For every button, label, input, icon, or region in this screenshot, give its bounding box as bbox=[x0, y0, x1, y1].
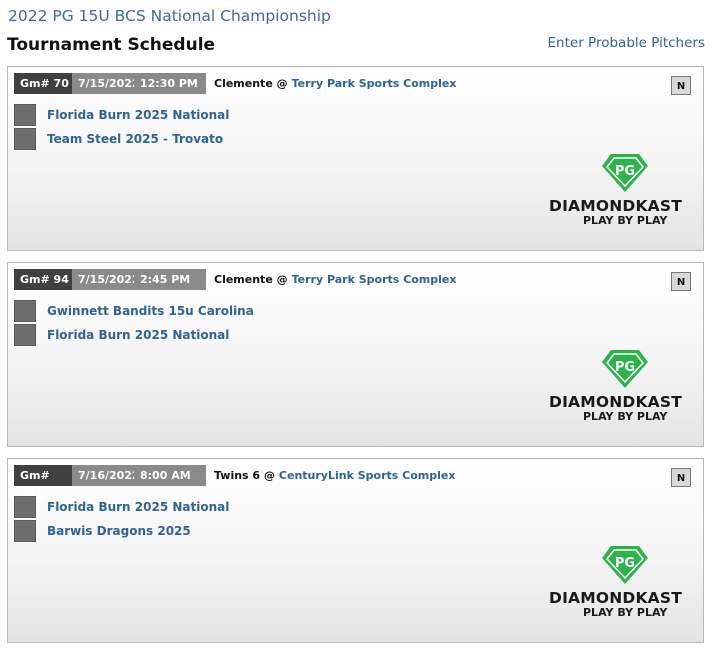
diamondkast-wordmark: DIAMONDKAST bbox=[549, 589, 683, 607]
page-title: Tournament Schedule bbox=[7, 35, 216, 55]
team-name-link[interactable]: Team Steel 2025 - Trovato bbox=[47, 132, 223, 146]
team-logo bbox=[14, 324, 36, 346]
team-row: Florida Burn 2025 National bbox=[14, 496, 229, 518]
team-row: Barwis Dragons 2025 bbox=[14, 520, 191, 542]
game-card: Gm# 70 7/15/2022 12:30 PM Clemente @ Ter… bbox=[7, 66, 704, 251]
team-name-link[interactable]: Florida Burn 2025 National bbox=[47, 328, 229, 342]
n-badge-button[interactable]: N bbox=[671, 76, 691, 95]
diamondkast-play-by-play-logo[interactable]: PG DIAMONDKAST PLAY BY PLAY bbox=[549, 153, 699, 231]
game-number: Gm# 70 bbox=[14, 73, 72, 94]
team-name-link[interactable]: Gwinnett Bandits 15u Carolina bbox=[47, 304, 254, 318]
team-row: Gwinnett Bandits 15u Carolina bbox=[14, 300, 254, 322]
team-name-link[interactable]: Florida Burn 2025 National bbox=[47, 500, 229, 514]
game-date: 7/15/2022 bbox=[72, 269, 140, 290]
game-time: 8:00 AM bbox=[134, 465, 206, 486]
game-date: 7/16/2022 bbox=[72, 465, 140, 486]
team-logo bbox=[14, 300, 36, 322]
team-logo bbox=[14, 104, 36, 126]
venue-link[interactable]: Terry Park Sports Complex bbox=[292, 273, 457, 286]
game-header: Gm# 70 7/15/2022 12:30 PM Clemente @ Ter… bbox=[14, 73, 456, 94]
play-by-play-text: PLAY BY PLAY bbox=[583, 606, 668, 619]
game-card: Gm# 94 7/15/2022 2:45 PM Clemente @ Terr… bbox=[7, 262, 704, 447]
game-number: Gm# 94 bbox=[14, 269, 72, 290]
venue-link[interactable]: CenturyLink Sports Complex bbox=[279, 469, 456, 482]
diamondkast-wordmark: DIAMONDKAST bbox=[549, 393, 683, 411]
team-logo bbox=[14, 496, 36, 518]
game-number: Gm# 104 bbox=[14, 465, 72, 503]
team-row: Florida Burn 2025 National bbox=[14, 324, 229, 346]
game-header: Gm# 94 7/15/2022 2:45 PM Clemente @ Terr… bbox=[14, 269, 456, 290]
game-time: 12:30 PM bbox=[134, 73, 206, 94]
game-date: 7/15/2022 bbox=[72, 73, 140, 94]
field-name: Twins 6 @ bbox=[214, 469, 275, 482]
n-badge-button[interactable]: N bbox=[671, 272, 691, 291]
team-name-link[interactable]: Florida Burn 2025 National bbox=[47, 108, 229, 122]
event-title[interactable]: 2022 PG 15U BCS National Championship bbox=[8, 7, 331, 25]
play-by-play-text: PLAY BY PLAY bbox=[583, 410, 668, 423]
game-card: Gm# 104 7/16/2022 8:00 AM Twins 6 @ Cent… bbox=[7, 458, 704, 643]
enter-probable-pitchers-link[interactable]: Enter Probable Pitchers bbox=[548, 35, 705, 51]
diamondkast-play-by-play-logo[interactable]: PG DIAMONDKAST PLAY BY PLAY bbox=[549, 545, 699, 623]
game-header: Gm# 104 7/16/2022 8:00 AM Twins 6 @ Cent… bbox=[14, 465, 456, 503]
pg-gem-icon: PG bbox=[602, 154, 648, 192]
team-row: Team Steel 2025 - Trovato bbox=[14, 128, 223, 150]
play-by-play-text: PLAY BY PLAY bbox=[583, 214, 668, 227]
gem-text: PG bbox=[615, 360, 635, 375]
diamondkast-play-by-play-logo[interactable]: PG DIAMONDKAST PLAY BY PLAY bbox=[549, 349, 699, 427]
field-name: Clemente @ bbox=[214, 273, 288, 286]
team-row: Florida Burn 2025 National bbox=[14, 104, 229, 126]
pg-gem-icon: PG bbox=[602, 546, 648, 584]
team-logo bbox=[14, 520, 36, 542]
diamondkast-wordmark: DIAMONDKAST bbox=[549, 197, 683, 215]
gem-text: PG bbox=[615, 164, 635, 179]
pg-gem-icon: PG bbox=[602, 350, 648, 388]
gem-text: PG bbox=[615, 556, 635, 571]
team-name-link[interactable]: Barwis Dragons 2025 bbox=[47, 524, 191, 538]
venue-link[interactable]: Terry Park Sports Complex bbox=[292, 77, 457, 90]
n-badge-button[interactable]: N bbox=[671, 468, 691, 487]
field-name: Clemente @ bbox=[214, 77, 288, 90]
game-time: 2:45 PM bbox=[134, 269, 206, 290]
team-logo bbox=[14, 128, 36, 150]
